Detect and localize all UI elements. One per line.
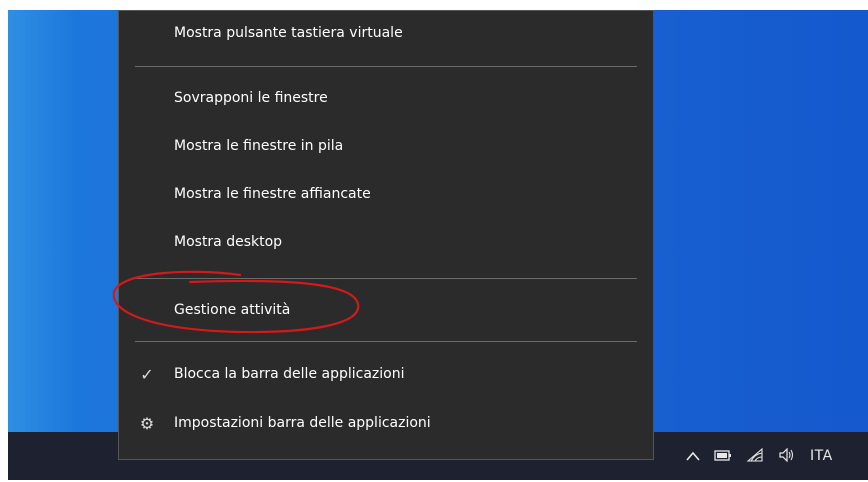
language-indicator[interactable]: ITA bbox=[810, 448, 833, 464]
menu-item-label: Sovrapponi le finestre bbox=[174, 90, 328, 106]
menu-item-label: Mostra le finestre in pila bbox=[174, 138, 344, 154]
menu-item-label: Blocca la barra delle applicazioni bbox=[174, 366, 405, 382]
chevron-up-icon[interactable] bbox=[686, 449, 700, 464]
menu-item-sovrapponi[interactable]: Sovrapponi le finestre bbox=[119, 81, 653, 115]
menu-item-impostazioni-barra[interactable]: ⚙ Impostazioni barra delle applicazioni bbox=[119, 406, 653, 440]
gear-icon: ⚙ bbox=[139, 413, 155, 433]
taskbar-context-menu: Mostra pulsante tastiera virtuale Sovrap… bbox=[118, 10, 654, 460]
menu-separator bbox=[135, 341, 637, 342]
menu-separator bbox=[135, 278, 637, 279]
menu-item-label: Impostazioni barra delle applicazioni bbox=[174, 415, 431, 431]
menu-item-label: Mostra pulsante tastiera virtuale bbox=[174, 25, 403, 41]
menu-item-label: Mostra le finestre affiancate bbox=[174, 186, 371, 202]
battery-icon[interactable] bbox=[714, 448, 732, 465]
menu-item-gestione-attivita[interactable]: Gestione attività bbox=[119, 293, 653, 327]
checkmark-icon: ✓ bbox=[140, 364, 154, 384]
menu-item-blocca-barra[interactable]: ✓ Blocca la barra delle applicazioni bbox=[119, 357, 653, 391]
menu-item-affiancate[interactable]: Mostra le finestre affiancate bbox=[119, 177, 653, 211]
volume-icon[interactable] bbox=[778, 447, 796, 465]
system-tray: ITA bbox=[686, 432, 833, 480]
menu-item-mostra-desktop[interactable]: Mostra desktop bbox=[119, 225, 653, 259]
menu-item-mostra-tastiera[interactable]: Mostra pulsante tastiera virtuale bbox=[119, 16, 653, 50]
menu-separator bbox=[135, 66, 637, 67]
menu-item-pila[interactable]: Mostra le finestre in pila bbox=[119, 129, 653, 163]
menu-item-label: Mostra desktop bbox=[174, 234, 283, 250]
wifi-icon[interactable] bbox=[746, 447, 764, 465]
menu-item-label: Gestione attività bbox=[174, 302, 291, 318]
